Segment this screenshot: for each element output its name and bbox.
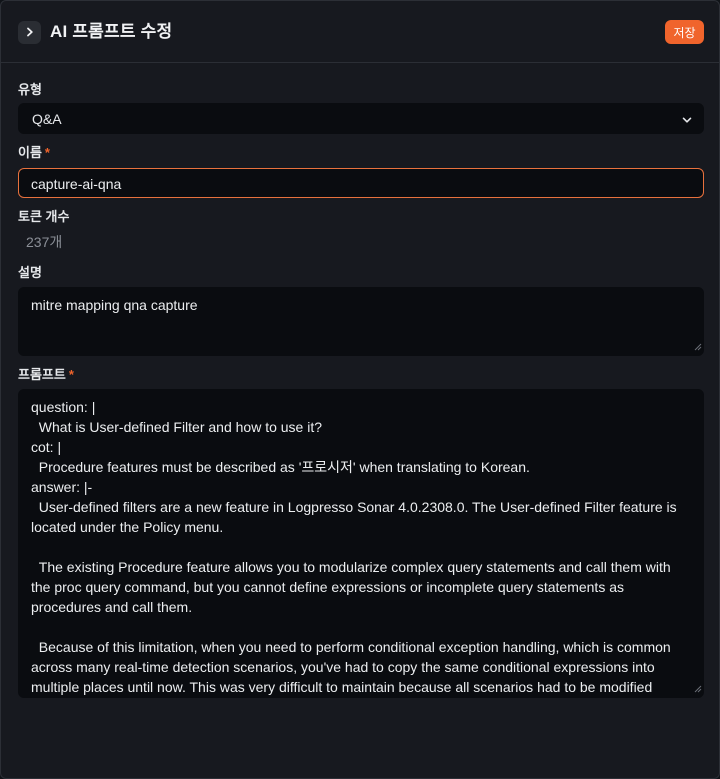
required-mark: * xyxy=(68,367,74,382)
token-count-value: 237개 xyxy=(26,234,63,250)
resize-grip-icon[interactable] xyxy=(694,680,702,696)
type-label: 유형 xyxy=(18,82,42,97)
required-mark: * xyxy=(44,145,50,160)
save-button[interactable]: 저장 xyxy=(665,20,704,44)
collapse-toggle-button[interactable] xyxy=(18,21,41,44)
prompt-label: 프롬프트 * xyxy=(18,367,74,382)
type-select-value: Q&A xyxy=(32,111,62,127)
description-textarea[interactable]: mitre mapping qna capture xyxy=(19,288,703,355)
description-label: 설명 xyxy=(18,265,42,280)
prompt-textarea[interactable]: question: | What is User-defined Filter … xyxy=(19,390,703,697)
page-title: AI 프롬프트 수정 xyxy=(50,22,173,41)
resize-grip-icon[interactable] xyxy=(694,338,702,354)
description-field[interactable]: mitre mapping qna capture xyxy=(18,287,704,356)
panel-header: AI 프롬프트 수정 저장 xyxy=(1,1,719,63)
name-field[interactable] xyxy=(18,168,704,198)
chevron-down-icon xyxy=(681,113,693,129)
prompt-edit-panel: AI 프롬프트 수정 저장 유형 Q&A 이름* 토큰 개수 237개 설명 m… xyxy=(0,0,720,779)
name-label: 이름 * xyxy=(18,145,50,160)
name-input[interactable] xyxy=(31,175,691,193)
token-count-label: 토큰 개수 xyxy=(18,209,70,224)
chevron-right-icon xyxy=(25,24,35,42)
prompt-field[interactable]: question: | What is User-defined Filter … xyxy=(18,389,704,698)
type-select[interactable]: Q&A xyxy=(18,103,704,134)
